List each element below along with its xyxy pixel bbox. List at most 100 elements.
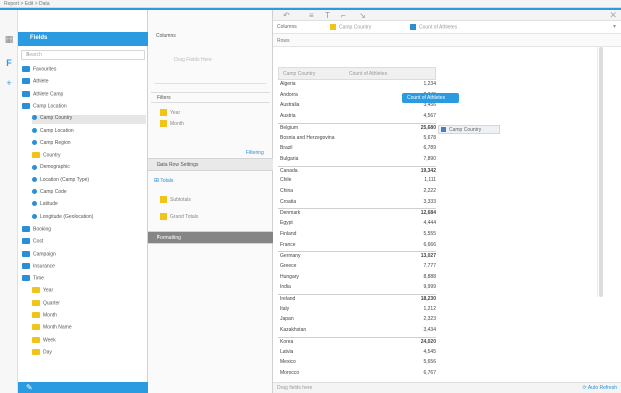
toolbar: ↶ ≡ T ⌐ ↘ ✕	[273, 10, 621, 21]
table-row[interactable]: Croatia 3,333	[278, 198, 436, 206]
tree-item[interactable]: Demographic	[32, 164, 146, 173]
table-row[interactable]: Chile 1,111	[278, 176, 436, 184]
row-label: Croatia	[280, 198, 297, 205]
tree-item[interactable]: Day	[32, 348, 146, 358]
tree-item[interactable]: Insurance	[22, 262, 146, 272]
breadcrumb[interactable]: Report > Edit > Data	[4, 1, 50, 7]
tree-item-label: Latitude	[40, 201, 58, 208]
format-icon[interactable]: ⌐	[341, 10, 346, 21]
tree-item[interactable]: Athlete	[22, 78, 146, 87]
text-icon[interactable]: T	[325, 10, 330, 21]
tree-item[interactable]: Favourites	[22, 66, 146, 75]
table-row[interactable]: Brazil 6,789	[278, 144, 436, 152]
more-icon[interactable]: ▾	[613, 23, 616, 30]
filter-icon[interactable]: F	[4, 58, 14, 68]
table-row[interactable]: Denmark 12,684	[278, 208, 436, 216]
table-row[interactable]: Latvia 4,545	[278, 348, 436, 356]
row-label: Latvia	[280, 348, 294, 355]
tree-item[interactable]: Campaign	[22, 250, 146, 260]
column-drop-zone[interactable]: Drag Fields Here	[154, 44, 266, 84]
add-icon[interactable]: +	[4, 78, 14, 88]
tree-item[interactable]: Year	[32, 287, 146, 296]
tree-item[interactable]: Quarter	[32, 299, 146, 309]
tree-item[interactable]: Camp Country	[32, 115, 146, 125]
filter-chip[interactable]: Month	[160, 120, 184, 128]
close-icon[interactable]: ✕	[609, 10, 617, 21]
data-row-settings-section[interactable]: Data Row Settings ⌄	[148, 158, 273, 171]
table-row[interactable]: France 6,666	[278, 241, 436, 249]
row-label: Kazakhstan	[280, 327, 307, 334]
tree-item[interactable]: Camp Code	[32, 189, 146, 198]
grid-icon[interactable]: ▦	[4, 34, 14, 44]
table-row[interactable]: Morocco 6,767	[278, 369, 436, 377]
table-row[interactable]: Algeria 1,234	[278, 80, 436, 88]
tree-item[interactable]: Camp Region	[32, 140, 146, 149]
filtering-link[interactable]: Filtering	[246, 150, 264, 156]
table-row[interactable]: Finland 5,555	[278, 230, 436, 238]
tree-item[interactable]: Latitude	[32, 201, 146, 210]
table-row[interactable]: Greece 7,777	[278, 262, 436, 270]
dimension-icon	[32, 164, 37, 170]
row-value: 1,111	[424, 177, 436, 184]
row-value: 4,567	[423, 113, 436, 120]
columns-strip: Columns Camp Country Count of Athletes ▾	[273, 21, 621, 34]
properties-panel: Columns Drag Fields Here Filters Year Mo…	[148, 10, 273, 393]
table-row[interactable]: China 2,222	[278, 187, 436, 195]
field-square-icon	[160, 120, 167, 127]
align-icon[interactable]: ≡	[309, 10, 314, 21]
search-icon[interactable]: ⌕	[26, 51, 141, 59]
tree-item[interactable]: Location (Camp Type)	[32, 177, 146, 186]
report-table: Algeria1,234Andorra2,345Australia3,456Au…	[278, 80, 436, 382]
field-tag[interactable]: Camp Country	[438, 125, 500, 134]
table-row[interactable]: Germany 13,027	[278, 251, 436, 259]
field-square-icon	[410, 24, 416, 30]
tree-item[interactable]: Month Name	[32, 324, 146, 333]
row-value: 8,888	[423, 273, 436, 280]
arrow-icon[interactable]: ↘	[359, 10, 366, 21]
table-row[interactable]: Bosnia and Herzegovina 5,678	[278, 134, 436, 142]
tree-item[interactable]: Camp Location	[32, 128, 146, 137]
row-label: Finland	[280, 230, 297, 237]
rows-strip[interactable]: Rows	[273, 34, 621, 47]
tree-item[interactable]: Longitude (Geolocation)	[32, 214, 146, 223]
formatting-section[interactable]: Formatting ›	[148, 231, 273, 244]
filter-chip[interactable]: Year	[160, 109, 180, 117]
table-row[interactable]: Austria 4,567	[278, 112, 436, 120]
table-row[interactable]: Ireland 18,230	[278, 294, 436, 302]
tree-item[interactable]: Athlete Camp	[22, 90, 146, 100]
tree-item[interactable]: Week	[32, 336, 146, 346]
table-row[interactable]: Korea 24,020	[278, 336, 436, 345]
tree-item[interactable]: Country	[32, 152, 146, 161]
tree-item[interactable]: Month	[32, 312, 146, 321]
table-row[interactable]: Hungary 8,888	[278, 273, 436, 281]
header-right[interactable]: Count of Athletes	[349, 71, 387, 77]
table-row[interactable]: Italy 1,212	[278, 305, 436, 313]
header-left[interactable]: Camp Country	[283, 71, 315, 77]
column-pill[interactable]: Camp Country	[330, 24, 371, 31]
search-input[interactable]: Search ⌕	[21, 50, 145, 60]
auto-refresh-toggle[interactable]: ⟳ Auto Refresh	[583, 385, 618, 391]
table-row[interactable]: Kazakhstan 3,434	[278, 326, 436, 334]
option-chip[interactable]: Subtotals	[160, 196, 191, 204]
totals-option[interactable]: ⊞ Totals	[154, 177, 173, 185]
table-row[interactable]: Bulgaria 7,890	[278, 155, 436, 163]
tree-item-label: Camp Location	[33, 103, 67, 110]
tree-item[interactable]: Cost	[22, 238, 146, 247]
option-chip[interactable]: Grand Totals	[160, 213, 198, 221]
filters-header[interactable]: Filters	[151, 92, 270, 103]
table-row[interactable]: Japan 2,323	[278, 315, 436, 323]
scrollbar[interactable]	[597, 47, 603, 297]
pencil-icon[interactable]: ✎	[26, 383, 33, 392]
tree-item[interactable]: Time	[22, 275, 146, 284]
folder-icon	[32, 336, 40, 343]
table-row[interactable]: Belgium 25,680	[278, 122, 436, 131]
table-row[interactable]: Mexico 5,656	[278, 358, 436, 366]
table-row[interactable]: Egypt 4,444	[278, 219, 436, 227]
scrollbar-thumb[interactable]	[599, 47, 603, 297]
tree-item[interactable]: Booking	[22, 225, 146, 235]
undo-icon[interactable]: ↶	[283, 10, 290, 21]
tree-item[interactable]: Camp Location	[22, 102, 146, 112]
column-pill[interactable]: Count of Athletes	[410, 24, 457, 31]
table-row[interactable]: Canada 19,342	[278, 165, 436, 174]
table-row[interactable]: India 9,999	[278, 283, 436, 291]
